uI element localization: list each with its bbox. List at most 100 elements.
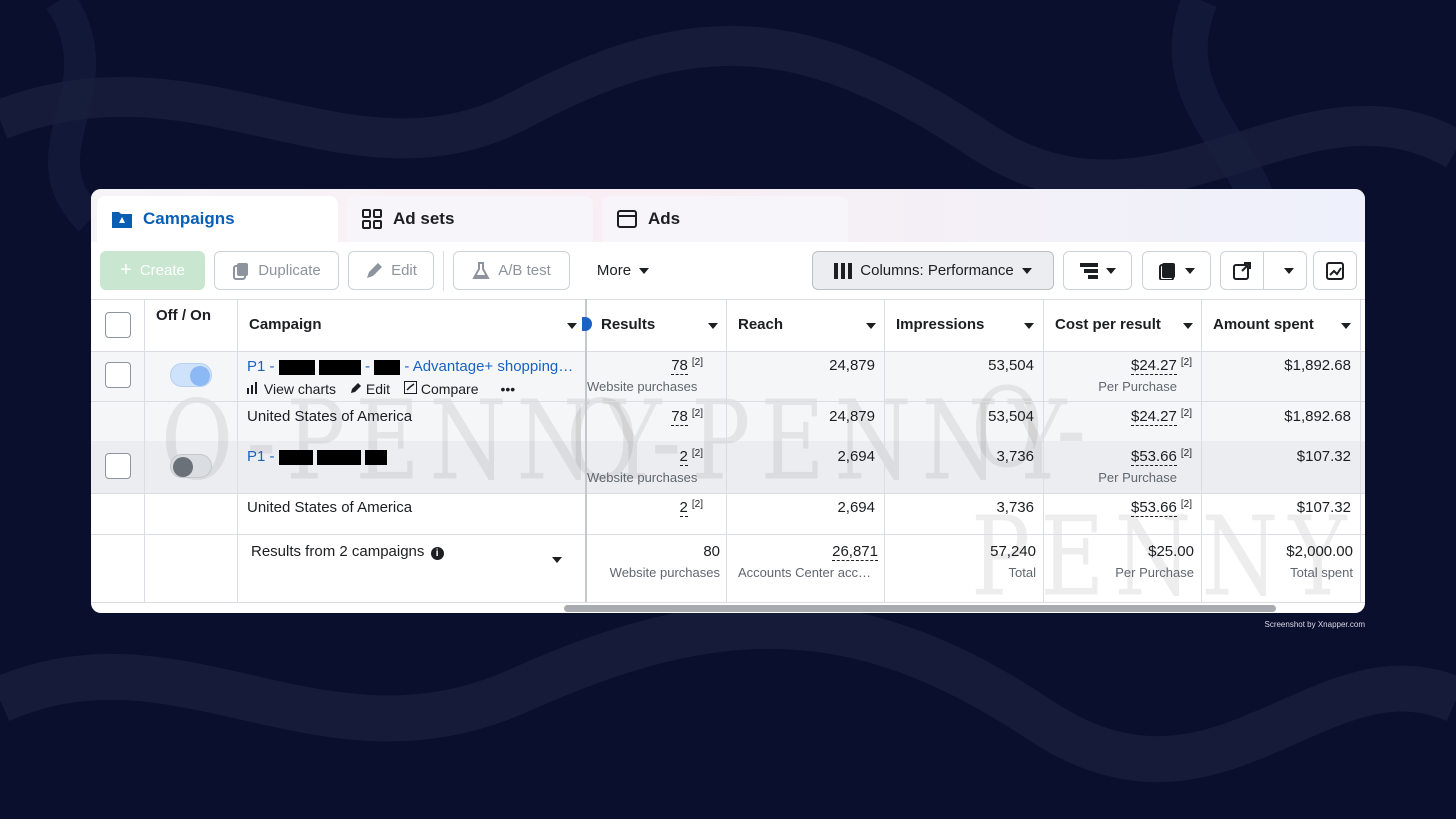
totals-results: 80 [703,543,720,560]
reach-value: 2,694 [837,499,875,516]
divider [237,299,238,602]
campaign-toggle-off[interactable] [170,454,212,478]
impressions-value: 53,504 [988,408,1034,425]
redacted-text [278,449,313,465]
campaign-table: O-PENNY O-PENNY O-PENNY Off / On Campaig… [91,299,1365,613]
create-button[interactable]: + Create [100,251,205,290]
view-charts-link[interactable]: View charts [247,381,336,397]
chevron-down-icon [639,267,650,274]
divider [91,351,1365,352]
info-icon[interactable]: i [430,547,444,560]
divider [1201,299,1202,602]
sort-caret-icon[interactable] [567,323,577,329]
chevron-down-icon [1184,267,1195,274]
campaign-name-suffix: - Advantage+ shopping… [404,358,574,375]
campaign-header[interactable]: Campaign [249,316,322,333]
footnote: [2] [691,408,703,419]
footnote: [2] [1180,408,1192,419]
columns-button[interactable]: Columns: Performance [812,251,1054,290]
redacted-text [365,449,388,465]
reach-value: 24,879 [829,408,875,425]
view-charts-label: View charts [263,381,336,397]
ab-test-button[interactable]: A/B test [453,251,570,290]
select-all-checkbox[interactable] [105,312,131,338]
cost-number: $53.66 [1130,499,1177,517]
reach-value: 2,694 [837,448,875,465]
breakdown-label: United States of America [247,408,413,425]
edit-label: Edit [365,381,391,397]
create-label: Create [139,262,185,279]
cost-header[interactable]: Cost per result [1055,316,1161,333]
export-button[interactable] [1220,251,1307,290]
cost-value: $24.27 [2] [1051,357,1192,375]
duplicate-icon [233,262,249,280]
tab-campaigns[interactable]: Campaigns [97,196,338,242]
footnote: [2] [691,448,703,459]
more-button[interactable]: More [583,251,663,290]
breakdown-label: United States of America [247,499,413,516]
tab-ad-sets[interactable]: Ad sets [347,196,593,242]
divider [91,534,1365,535]
campaign-name-link[interactable]: P1 - [247,448,388,465]
totals-impressions-sub: Total [1008,565,1036,580]
divider [1043,299,1044,602]
cost-sub: Per Purchase [1098,470,1177,485]
folder-icon [112,212,132,228]
reports-icon [1158,262,1175,280]
campaign-name-link[interactable]: P1 - - - Advantage+ shopping… [247,358,573,375]
reports-button[interactable] [1142,251,1211,290]
pencil-icon [351,383,361,393]
results-header[interactable]: Results [601,316,655,333]
results-number: 78 [671,357,688,375]
cost-value: $53.66 [2] [1051,499,1192,517]
tab-ads[interactable]: Ads [602,196,848,242]
sort-caret-icon[interactable] [1024,323,1034,329]
cost-number: $24.27 [1130,408,1177,426]
sort-caret-icon[interactable] [1341,323,1351,329]
breakdown-button[interactable] [1063,251,1132,290]
duplicate-button[interactable]: Duplicate [214,251,339,290]
toggle-knob [190,366,210,386]
row-checkbox[interactable] [105,453,131,479]
plus-icon: + [120,259,132,281]
cost-value: $24.27 [2] [1051,408,1192,426]
row-checkbox[interactable] [105,362,131,388]
results-value: 78 [2] [587,357,703,375]
divider [91,602,1365,603]
reach-header[interactable]: Reach [738,316,783,333]
totals-reach-number: 26,871 [832,543,878,561]
impressions-value: 3,736 [996,499,1034,516]
breakdown-icon [1079,262,1098,279]
flask-icon [472,261,490,279]
totals-amount: $2,000.00 [1286,543,1353,560]
footnote: [2] [691,357,703,368]
chevron-down-icon [1283,267,1294,274]
chevron-down-icon[interactable] [552,557,562,563]
edit-link[interactable]: Edit [350,381,390,397]
edit-button[interactable]: Edit [348,251,434,290]
compare-link[interactable]: Compare [404,381,479,397]
more-actions-icon[interactable]: ••• [501,381,516,397]
impressions-header[interactable]: Impressions [896,316,984,333]
sort-caret-icon[interactable] [708,323,718,329]
amount-value: $107.32 [1296,499,1351,516]
horizontal-scrollbar[interactable] [564,605,1276,612]
pencil-icon [367,262,383,278]
divider [884,299,885,602]
sort-caret-icon[interactable] [1183,323,1193,329]
results-sub: Website purchases [587,470,698,485]
charts-button[interactable] [1313,251,1357,290]
amount-header[interactable]: Amount spent [1213,316,1314,333]
redacted-text [318,359,361,375]
tab-label: Ads [648,209,681,228]
toolbar: + Create Duplicate Edit A/B test More Co… [91,242,1365,300]
footnote: [2] [1180,357,1192,368]
totals-cost: $25.00 [1148,543,1194,560]
compare-label: Compare [420,381,479,397]
trend-chart-icon [1326,261,1344,280]
amount-value: $1,892.68 [1284,357,1351,374]
campaign-toggle-on[interactable] [170,363,212,387]
redacted-text [278,359,315,375]
sort-caret-icon[interactable] [866,323,876,329]
ad-window-icon [617,210,637,228]
